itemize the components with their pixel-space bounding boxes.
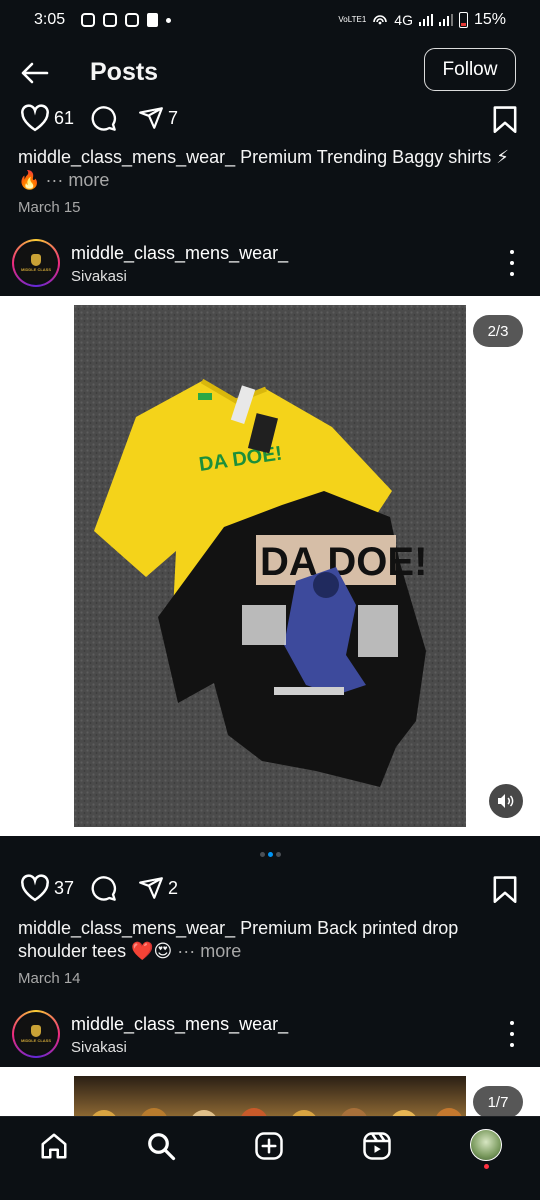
share-count: 7	[168, 107, 179, 128]
status-bar: 3:05 VoLTE1 4G 15%	[0, 0, 540, 40]
back-print-text: DA DOE!	[260, 540, 427, 584]
feed[interactable]: 61 7 middle_class_mens_wear_ Premium Tre…	[0, 100, 540, 1116]
post-actions: 61 7	[0, 100, 540, 140]
sound-toggle-button[interactable]	[489, 784, 523, 818]
post-header: MIDDLE CLASS middle_class_mens_wear_ Siv…	[0, 230, 540, 296]
nav-profile-avatar[interactable]	[470, 1129, 502, 1161]
reels-icon	[363, 1132, 391, 1160]
carousel-dot-active	[267, 852, 273, 857]
brand-logo-icon: MIDDLE CLASS	[16, 1014, 56, 1054]
author-avatar[interactable]: MIDDLE CLASS	[12, 1010, 60, 1058]
tshirt-photo-image: DA DOE! DA DOE!	[74, 305, 466, 827]
carousel-dot	[275, 852, 281, 857]
notification-dot	[484, 1164, 489, 1169]
create-icon	[255, 1132, 283, 1160]
instagram-notification-icon	[125, 13, 140, 27]
nav-home[interactable]	[36, 1128, 72, 1164]
share-button[interactable]: 7	[138, 105, 178, 131]
like-count: 37	[54, 877, 75, 898]
like-button[interactable]: 37	[20, 874, 74, 902]
author-location[interactable]: Sivakasi	[71, 268, 127, 285]
nav-reels[interactable]	[359, 1128, 395, 1164]
follow-button[interactable]: Follow	[424, 48, 516, 91]
back-button[interactable]	[16, 57, 52, 89]
comment-button[interactable]	[88, 874, 118, 902]
author-username[interactable]: middle_class_mens_wear_	[71, 243, 288, 264]
volte-label: VoLTE1	[338, 15, 367, 24]
carousel-counter: 2/3	[473, 315, 523, 347]
bookmark-icon	[493, 876, 517, 903]
post-caption: middle_class_mens_wear_ Premium Back pri…	[18, 917, 523, 963]
carousel-dots	[0, 852, 540, 857]
signal-icon	[418, 14, 433, 26]
carousel-dot	[259, 852, 265, 857]
hotspot-icon	[373, 15, 388, 25]
post-date: March 14	[18, 970, 81, 987]
status-right: VoLTE1 4G 15%	[338, 11, 506, 29]
like-button[interactable]: 61	[20, 104, 74, 132]
comment-icon	[91, 876, 116, 901]
share-count: 2	[168, 877, 179, 898]
bookmark-icon	[493, 106, 517, 133]
post-header: MIDDLE CLASS middle_class_mens_wear_ Siv…	[0, 1001, 540, 1067]
comment-button[interactable]	[88, 104, 118, 132]
signal-icon	[438, 14, 453, 26]
battery-icon	[458, 12, 468, 28]
post-photo: DA DOE! DA DOE!	[74, 305, 466, 827]
more-link[interactable]: ··· more	[45, 170, 109, 190]
app-header: Posts Follow	[0, 40, 540, 106]
send-icon	[139, 877, 163, 899]
battery-level: 15%	[473, 11, 506, 28]
instagram-notification-icon	[103, 13, 118, 27]
share-button[interactable]: 2	[138, 875, 178, 901]
like-count: 61	[54, 107, 75, 128]
save-button[interactable]	[492, 105, 518, 133]
alert-notification-icon	[147, 13, 159, 27]
post-media[interactable]: 1/7	[0, 1067, 540, 1116]
status-time: 3:05	[34, 11, 66, 28]
status-left: 3:05	[34, 11, 172, 29]
heart-icon	[21, 104, 49, 132]
bottom-navigation	[0, 1116, 540, 1200]
instagram-notification-icon	[81, 13, 96, 27]
post-actions: 37 2	[0, 870, 540, 910]
caption-username[interactable]: middle_class_mens_wear_	[18, 147, 235, 167]
back-arrow-icon	[21, 62, 49, 84]
more-link[interactable]: ··· more	[177, 941, 241, 961]
brand-logo-icon: MIDDLE CLASS	[16, 243, 56, 283]
carousel-counter: 1/7	[473, 1086, 523, 1116]
post-date: March 15	[18, 199, 81, 216]
more-options-button[interactable]	[504, 250, 520, 276]
nav-search[interactable]	[143, 1128, 179, 1164]
more-notifications-dot-icon	[166, 17, 172, 23]
send-icon	[139, 107, 163, 129]
network-type: 4G	[394, 12, 413, 28]
post-media[interactable]: DA DOE! DA DOE! 2/3	[0, 296, 540, 836]
more-options-button[interactable]	[504, 1021, 520, 1047]
home-icon	[41, 1133, 67, 1159]
speaker-icon	[498, 794, 514, 808]
post-caption: middle_class_mens_wear_ Premium Trending…	[18, 146, 523, 192]
page-title: Posts	[90, 58, 159, 86]
comment-icon	[91, 106, 116, 131]
author-avatar[interactable]: MIDDLE CLASS	[12, 239, 60, 287]
post-photo	[74, 1076, 466, 1116]
author-location[interactable]: Sivakasi	[71, 1039, 127, 1056]
search-icon	[148, 1133, 176, 1161]
save-button[interactable]	[492, 875, 518, 903]
caps-photo-image	[92, 1108, 462, 1116]
caption-username[interactable]: middle_class_mens_wear_	[18, 918, 235, 938]
author-username[interactable]: middle_class_mens_wear_	[71, 1014, 288, 1035]
heart-icon	[21, 874, 49, 902]
nav-create[interactable]	[251, 1128, 287, 1164]
